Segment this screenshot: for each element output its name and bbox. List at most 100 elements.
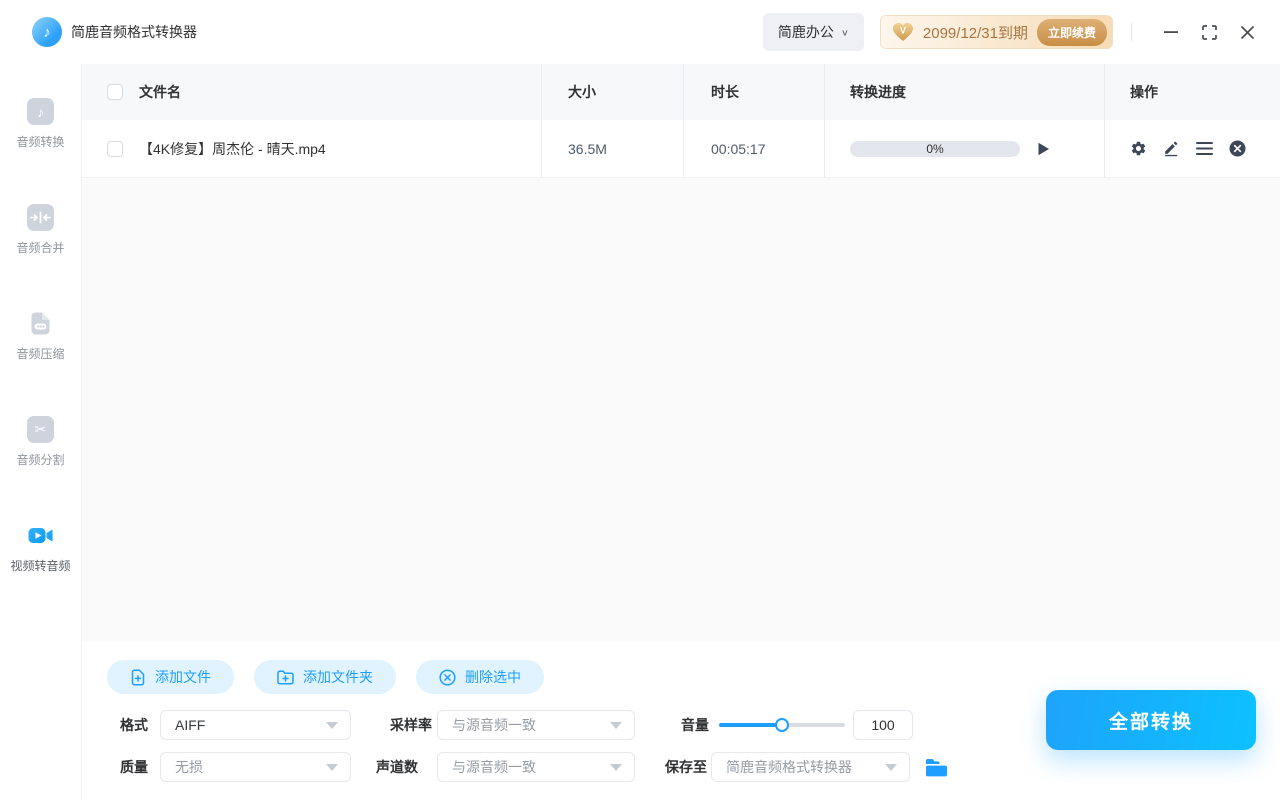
sidebar-item-video-to-audio[interactable]: 视频转音频 <box>10 522 71 574</box>
progress-label: 0% <box>926 141 944 156</box>
quality-select[interactable]: 无损 <box>160 752 351 782</box>
channels-label: 声道数 <box>376 759 418 775</box>
open-folder-button[interactable] <box>925 752 951 782</box>
row-info-button[interactable] <box>1196 141 1213 156</box>
slider-fill <box>719 723 782 727</box>
play-icon <box>1038 142 1049 155</box>
format-value: AIFF <box>175 717 206 733</box>
dropdown-caret-icon <box>610 721 622 729</box>
dropdown-caret-icon <box>326 763 338 771</box>
sidebar-item-audio-split[interactable]: ✂ 音频分割 <box>16 416 65 468</box>
sidebar-item-audio-merge[interactable]: 音频合并 <box>16 204 65 256</box>
save-to-label: 保存至 <box>665 759 707 775</box>
vip-heart-icon: V <box>892 23 913 41</box>
dropdown-caret-icon <box>885 763 897 771</box>
format-label: 格式 <box>120 717 148 733</box>
music-note-glyph: ♪ <box>43 23 51 41</box>
suite-label: 简鹿办公 <box>777 24 834 40</box>
sample-rate-label: 采样率 <box>390 717 432 733</box>
empty-list-area <box>82 178 1280 641</box>
channels-value: 与源音频一致 <box>452 759 536 775</box>
volume-label: 音量 <box>681 717 709 733</box>
table-header: 文件名 大小 时长 转换进度 操作 <box>82 64 1280 120</box>
add-folder-icon <box>277 669 294 685</box>
minimize-button[interactable] <box>1156 17 1186 47</box>
quality-value: 无损 <box>175 759 203 775</box>
content-area: 文件名 大小 时长 转换进度 操作 【4K修复】周杰伦 - 晴天.mp4 36.… <box>82 64 1280 800</box>
add-file-icon <box>131 668 145 686</box>
file-toolbar: 添加文件 添加文件夹 删除选中 <box>107 660 544 694</box>
video-to-audio-icon <box>27 522 54 549</box>
column-header-progress: 转换进度 <box>850 84 906 100</box>
save-to-select[interactable]: 简鹿音频格式转换器 <box>711 752 910 782</box>
delete-selected-label: 删除选中 <box>465 669 521 685</box>
vip-license-badge: V 2099/12/31到期 立即续费 <box>879 15 1113 49</box>
column-header-actions: 操作 <box>1130 84 1158 100</box>
svg-text:V: V <box>900 26 906 36</box>
audio-merge-icon <box>26 204 54 231</box>
dropdown-caret-icon <box>610 763 622 771</box>
license-expiry-text: 2099/12/31到期 <box>922 24 1028 42</box>
file-duration: 00:05:17 <box>711 140 766 157</box>
file-size: 36.5M <box>568 140 607 157</box>
gear-icon <box>1131 141 1146 156</box>
progress-bar: 0% <box>850 140 1020 157</box>
main-area: ♪ 音频转换 音频合并 音频压缩 ✂ 音频分割 视频转音频 文件名 大小 时长 … <box>0 64 1280 800</box>
title-bar: ♪ 简鹿音频格式转换器 简鹿办公 ∨ V 2099/12/31到期 立即续费 <box>0 0 1280 64</box>
audio-split-icon: ✂ <box>26 416 54 443</box>
close-button[interactable] <box>1232 17 1262 47</box>
sidebar-item-label: 音频分割 <box>16 453 65 467</box>
row-delete-button[interactable] <box>1229 140 1246 157</box>
sidebar-item-label: 音频压缩 <box>16 347 65 361</box>
sample-rate-select[interactable]: 与源音频一致 <box>437 710 635 740</box>
bottom-panel: 添加文件 添加文件夹 删除选中 格式 AIFF 采样率 与源音频一致 音量 10… <box>82 641 1280 800</box>
row-settings-button[interactable] <box>1130 140 1147 157</box>
folder-icon <box>926 758 947 776</box>
suite-dropdown-button[interactable]: 简鹿办公 ∨ <box>762 13 864 51</box>
file-name: 【4K修复】周杰伦 - 晴天.mp4 <box>139 140 326 157</box>
table-row: 【4K修复】周杰伦 - 晴天.mp4 36.5M 00:05:17 0% <box>82 120 1280 178</box>
audio-compress-icon <box>27 310 54 337</box>
sidebar-item-label: 音频转换 <box>16 135 65 149</box>
circle-x-icon <box>1229 140 1246 157</box>
quality-label: 质量 <box>120 759 148 775</box>
chevron-down-icon: ∨ <box>840 27 849 38</box>
add-folder-label: 添加文件夹 <box>303 669 373 685</box>
maximize-button[interactable] <box>1194 17 1224 47</box>
audio-convert-icon: ♪ <box>26 98 54 125</box>
column-header-size: 大小 <box>568 84 596 100</box>
save-to-value: 简鹿音频格式转换器 <box>726 759 852 775</box>
sidebar-item-audio-compress[interactable]: 音频压缩 <box>16 310 65 362</box>
app-title: 简鹿音频格式转换器 <box>71 24 197 40</box>
add-folder-button[interactable]: 添加文件夹 <box>254 660 396 694</box>
renew-now-button[interactable]: 立即续费 <box>1036 18 1107 46</box>
format-select[interactable]: AIFF <box>160 710 351 740</box>
delete-circle-x-icon <box>439 668 456 686</box>
maximize-icon <box>1201 24 1217 40</box>
sidebar-item-audio-convert[interactable]: ♪ 音频转换 <box>16 98 65 150</box>
dropdown-caret-icon <box>326 721 338 729</box>
sidebar: ♪ 音频转换 音频合并 音频压缩 ✂ 音频分割 视频转音频 <box>0 64 82 800</box>
column-header-filename: 文件名 <box>139 84 181 100</box>
row-checkbox[interactable] <box>107 140 123 157</box>
slider-thumb[interactable] <box>775 718 789 732</box>
minimize-icon <box>1164 31 1178 33</box>
row-rename-button[interactable] <box>1163 140 1180 157</box>
play-preview-button[interactable] <box>1037 142 1050 156</box>
list-icon <box>1196 142 1213 155</box>
close-icon <box>1240 25 1254 39</box>
column-header-duration: 时长 <box>711 84 739 100</box>
volume-input[interactable] <box>853 710 913 740</box>
add-file-label: 添加文件 <box>155 669 211 685</box>
convert-all-button[interactable]: 全部转换 <box>1046 690 1256 750</box>
channels-select[interactable]: 与源音频一致 <box>437 752 635 782</box>
delete-selected-button[interactable]: 删除选中 <box>416 660 544 694</box>
sidebar-item-label: 视频转音频 <box>10 559 71 573</box>
pencil-icon <box>1165 141 1178 157</box>
app-logo-icon: ♪ <box>32 17 62 47</box>
sidebar-item-label: 音频合并 <box>16 241 65 255</box>
volume-slider[interactable] <box>719 710 845 740</box>
select-all-checkbox[interactable] <box>107 84 123 100</box>
add-file-button[interactable]: 添加文件 <box>107 660 234 694</box>
sample-rate-value: 与源音频一致 <box>452 717 536 733</box>
